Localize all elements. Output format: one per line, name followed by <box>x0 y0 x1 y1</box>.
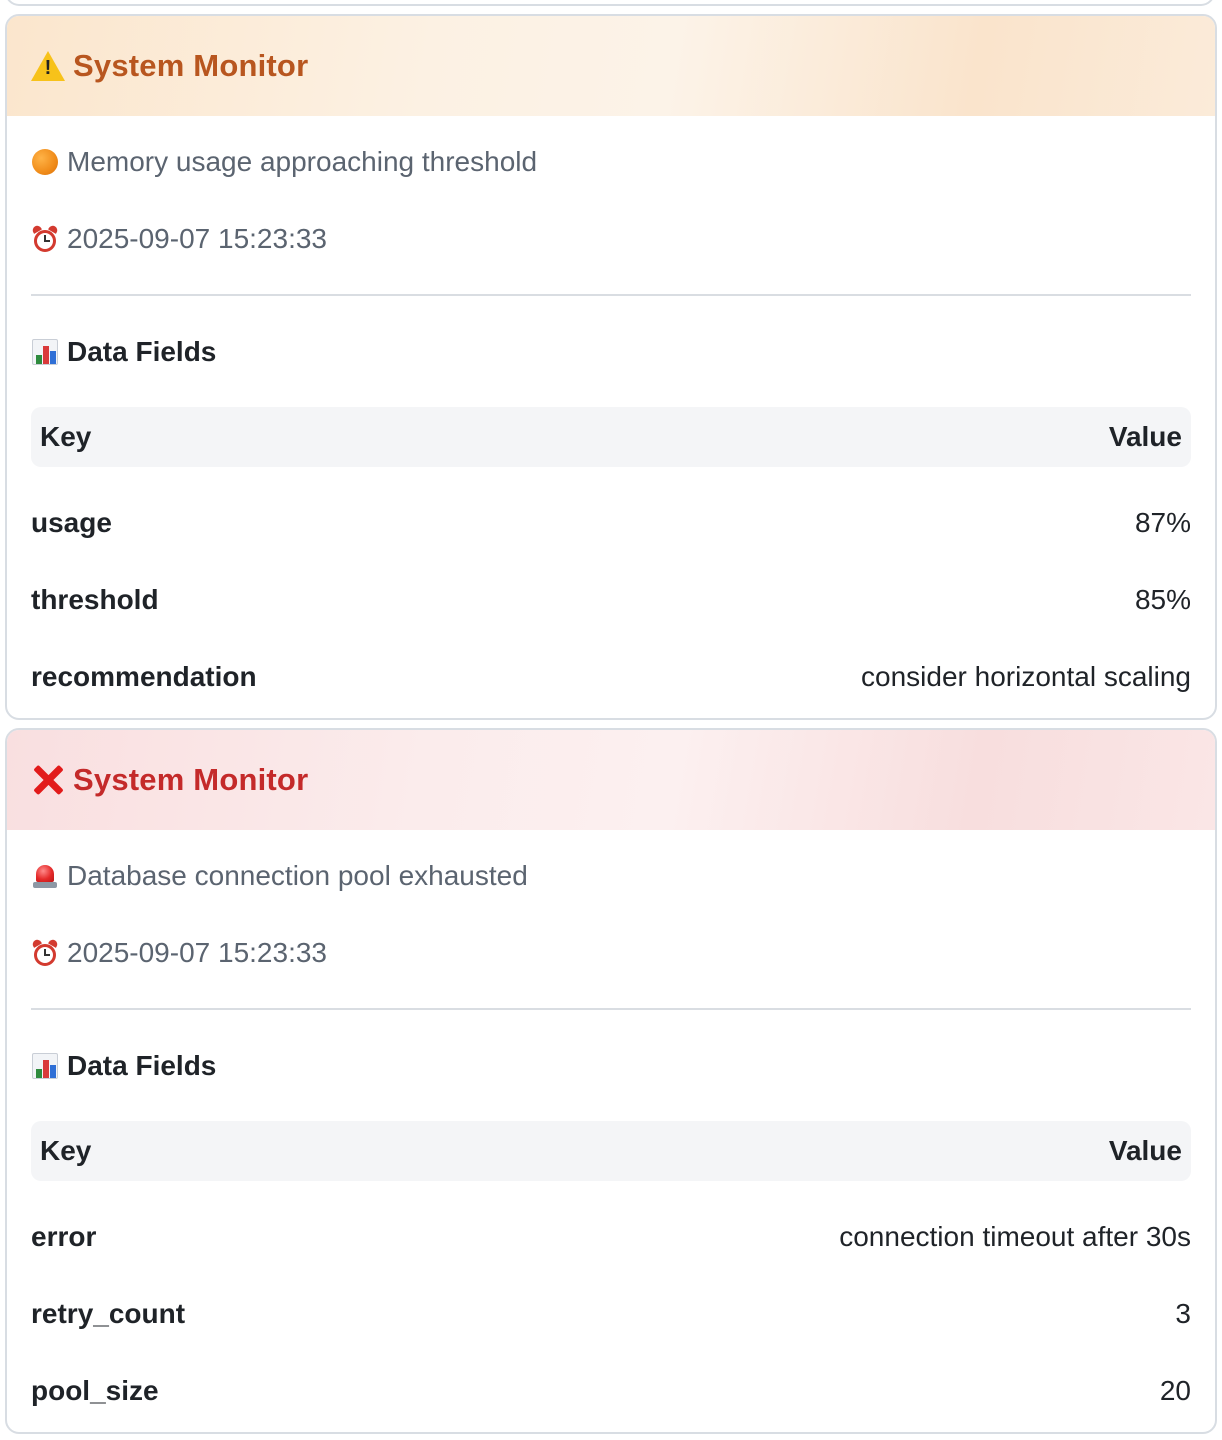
data-fields-table-header: Key Value <box>31 407 1191 467</box>
alarm-clock-icon <box>31 224 59 253</box>
table-row: pool_size 20 <box>31 1352 1191 1429</box>
key-column-header: Key <box>40 1135 92 1166</box>
cross-mark-icon <box>31 763 65 797</box>
field-key: error <box>31 1220 97 1252</box>
alert-message-text: Memory usage approaching threshold <box>67 146 538 177</box>
table-row: threshold 85% <box>31 561 1191 638</box>
field-key: usage <box>31 506 112 538</box>
data-fields-heading-text: Data Fields <box>67 1050 217 1081</box>
field-value: 20 <box>1159 1374 1191 1406</box>
value-column-header: Value <box>1108 421 1182 452</box>
warning-icon: ! <box>31 49 65 83</box>
alarm-clock-icon <box>31 938 59 967</box>
alert-message: Memory usage approaching threshold <box>31 142 1191 182</box>
card-title: System Monitor <box>73 48 309 83</box>
data-fields-heading: Data Fields <box>31 1046 1191 1086</box>
data-fields-heading: Data Fields <box>31 332 1191 372</box>
table-row: recommendation consider horizontal scali… <box>31 638 1191 715</box>
field-key: threshold <box>31 583 159 615</box>
alert-timestamp-text: 2025-09-07 15:23:33 <box>67 223 327 254</box>
field-key: recommendation <box>31 660 257 692</box>
table-row: retry_count 3 <box>31 1275 1191 1352</box>
alert-card-error: System Monitor Database connection pool … <box>5 728 1217 1434</box>
field-value: connection timeout after 30s <box>839 1220 1191 1252</box>
table-row: usage 87% <box>31 484 1191 561</box>
data-fields-table-header: Key Value <box>31 1121 1191 1181</box>
alert-timestamp-text: 2025-09-07 15:23:33 <box>67 937 327 968</box>
card-body: Memory usage approaching threshold 2025-… <box>7 142 1215 715</box>
value-column-header: Value <box>1108 1135 1182 1166</box>
alert-timestamp: 2025-09-07 15:23:33 <box>31 219 1191 259</box>
field-key: retry_count <box>31 1297 186 1329</box>
card-title: System Monitor <box>73 762 309 797</box>
alert-timestamp: 2025-09-07 15:23:33 <box>31 933 1191 973</box>
table-row: error connection timeout after 30s <box>31 1198 1191 1275</box>
field-key: pool_size <box>31 1374 159 1406</box>
card-header: System Monitor <box>7 730 1215 830</box>
bar-chart-icon <box>31 1052 59 1080</box>
siren-icon <box>31 862 59 890</box>
orange-circle-icon <box>31 148 59 176</box>
field-value: consider horizontal scaling <box>861 660 1191 692</box>
field-value: 87% <box>1134 506 1191 538</box>
field-value: 85% <box>1134 583 1191 615</box>
divider <box>31 294 1191 296</box>
alert-message: Database connection pool exhausted <box>31 856 1191 896</box>
alert-card-warning: ! System Monitor Memory usage approachin… <box>5 14 1217 720</box>
key-column-header: Key <box>40 421 92 452</box>
field-value: 3 <box>1175 1297 1191 1329</box>
data-fields-heading-text: Data Fields <box>67 336 217 367</box>
divider <box>31 1008 1191 1010</box>
card-body: Database connection pool exhausted 2025-… <box>7 856 1215 1429</box>
alert-message-text: Database connection pool exhausted <box>67 860 528 891</box>
bar-chart-icon <box>31 338 59 366</box>
card-header: ! System Monitor <box>7 16 1215 116</box>
previous-card-edge <box>5 0 1215 6</box>
